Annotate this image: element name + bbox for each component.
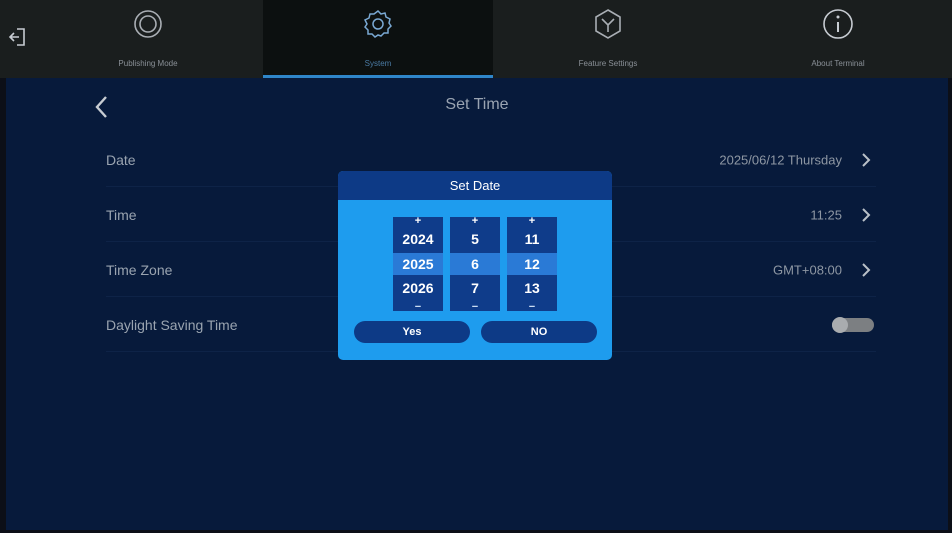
- month-current-value: 6: [450, 253, 500, 275]
- chevron-right-icon: [862, 263, 871, 277]
- day-decrement-button[interactable]: −: [507, 301, 557, 313]
- year-prev-value[interactable]: 2024: [393, 228, 443, 250]
- year-current-value: 2025: [393, 253, 443, 275]
- publishing-mode-icon: [134, 10, 162, 38]
- feature-settings-icon: [595, 9, 621, 39]
- row-value: 2025/06/12 Thursday: [719, 152, 842, 168]
- month-increment-button[interactable]: +: [450, 215, 500, 227]
- tab-publishing-mode[interactable]: Publishing Mode: [33, 0, 263, 78]
- top-nav: Publishing Mode System Feature Settings: [0, 0, 952, 78]
- year-decrement-button[interactable]: −: [393, 301, 443, 313]
- year-increment-button[interactable]: +: [393, 215, 443, 227]
- tab-label: System: [364, 59, 392, 68]
- chevron-right-icon: [862, 208, 871, 222]
- chevron-right-icon: [862, 153, 871, 167]
- tab-system[interactable]: System: [263, 0, 493, 78]
- row-label: Daylight Saving Time: [106, 317, 238, 333]
- row-value: GMT+08:00: [772, 262, 842, 278]
- tab-feature-settings[interactable]: Feature Settings: [493, 0, 723, 78]
- month-prev-value[interactable]: 5: [450, 228, 500, 250]
- month-next-value[interactable]: 7: [450, 277, 500, 299]
- tab-label: Publishing Mode: [118, 59, 178, 68]
- tab-about-terminal[interactable]: About Terminal: [723, 0, 952, 78]
- exit-icon[interactable]: [8, 26, 28, 48]
- page-title: Set Time: [445, 96, 509, 113]
- app-frame: Publishing Mode System Feature Settings: [0, 0, 952, 533]
- set-date-dialog: Set Date + 2024 2025 2026 − + 5 6 7 − + …: [338, 171, 612, 360]
- row-label: Time: [106, 207, 137, 223]
- toggle-knob: [832, 317, 848, 333]
- gear-icon: [363, 10, 392, 38]
- month-spinner: + 5 6 7 −: [450, 215, 500, 313]
- day-next-value[interactable]: 13: [507, 277, 557, 299]
- day-prev-value[interactable]: 11: [507, 228, 557, 250]
- daylight-saving-toggle[interactable]: [832, 317, 874, 333]
- row-value: 11:25: [810, 207, 842, 223]
- yes-button[interactable]: Yes: [354, 321, 470, 343]
- tab-label: About Terminal: [811, 59, 865, 68]
- day-spinner: + 11 12 13 −: [507, 215, 557, 313]
- dialog-title: Set Date: [338, 171, 612, 200]
- month-decrement-button[interactable]: −: [450, 301, 500, 313]
- info-icon: [823, 9, 853, 39]
- row-label: Date: [106, 152, 136, 168]
- tab-label: Feature Settings: [578, 59, 638, 68]
- year-next-value[interactable]: 2026: [393, 277, 443, 299]
- day-current-value: 12: [507, 253, 557, 275]
- no-button[interactable]: NO: [481, 321, 597, 343]
- row-label: Time Zone: [106, 262, 173, 278]
- day-increment-button[interactable]: +: [507, 215, 557, 227]
- year-spinner: + 2024 2025 2026 −: [393, 215, 443, 313]
